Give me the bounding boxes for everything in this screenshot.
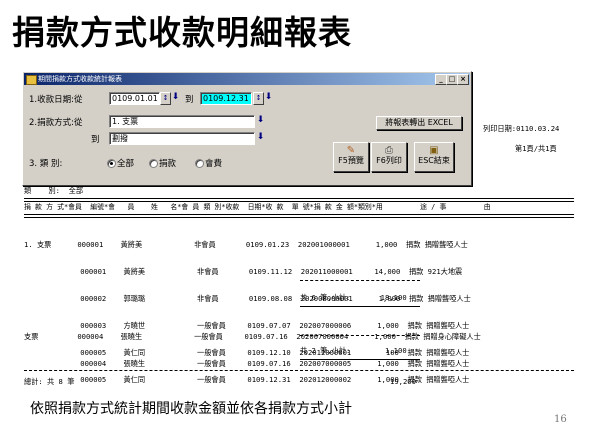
printer-icon: ⎙ — [385, 145, 393, 156]
subtotal-rule-2b — [300, 359, 420, 360]
group-rows-2: 支票 000004 張曉生 一般會員 0109.07.16 2020070000… — [24, 314, 481, 386]
date-to-spinner[interactable]: ↕ — [253, 92, 264, 105]
total-amount: 19,200 — [390, 377, 416, 386]
method-range-label: 2.捐款方式:從 — [29, 118, 83, 128]
date-to-field[interactable]: 0109.12.31 — [200, 92, 252, 105]
table-row: 支票 000004 張曉生 一般會員 0109.07.16 2020070000… — [24, 332, 481, 341]
table-row: 000001 黃將美 非會員 0109.11.12 202011000001 1… — [24, 267, 463, 276]
door-icon: ▣ — [429, 145, 439, 156]
subtotal-2: 共 2 筆,小計: 1,100 — [300, 346, 407, 355]
table-row: 000004 張曉生 一般會員 0109.07.16 202007000005 … — [24, 359, 470, 368]
method-from-field[interactable]: 1. 支票 — [109, 115, 255, 128]
subtotal-rule-1b — [300, 306, 420, 307]
page-info: 第1頁/共1頁 — [515, 144, 557, 153]
preview-button[interactable]: ✎ F5預覽 — [333, 142, 369, 172]
close-window-button[interactable]: × — [457, 74, 469, 85]
subtotal-1: 共 6 筆,小計: 18,100 — [300, 293, 407, 302]
radio-fee-label[interactable]: 會費 — [205, 157, 222, 169]
print-button-label: F6列印 — [376, 156, 402, 165]
date-from-field[interactable]: 0109.01.01 — [109, 92, 160, 105]
method-to-field[interactable]: 劃撥 — [109, 132, 255, 145]
print-date: 列印日期:0110.03.24 — [483, 124, 560, 133]
slide-subtitle: 依照捐款方式統計期間收款金額並依各捐款方式小計 — [30, 401, 352, 417]
radio-all-label[interactable]: 全部 — [117, 157, 134, 169]
date-from-spinner[interactable]: ↕ — [160, 92, 171, 105]
date-from-dropdown-icon[interactable]: ⬇ — [171, 92, 180, 103]
report-category: 類 別: 全部 — [24, 186, 84, 195]
export-excel-button[interactable]: 將報表轉出 EXCEL — [376, 116, 462, 130]
print-button[interactable]: ⎙ F6列印 — [371, 142, 407, 172]
radio-all[interactable] — [107, 159, 116, 168]
slide-title: 捐款方式收款明細報表 — [12, 13, 352, 52]
header-rule-top — [24, 198, 574, 202]
category-label: 3. 類 別: — [29, 159, 63, 169]
method-to-label: 到 — [91, 135, 100, 145]
radio-donation[interactable] — [149, 159, 158, 168]
header-rule-bottom — [24, 214, 574, 218]
date-range-label: 1.收款日期:從 — [29, 95, 83, 105]
dialog-title: 期間捐款方式收款統計報表 — [38, 75, 122, 83]
subtotal-rule-1 — [300, 280, 420, 281]
radio-donation-label[interactable]: 捐款 — [159, 157, 176, 169]
slide-page-number: 16 — [554, 414, 567, 425]
report-dialog: 期間捐款方式收款統計報表 _ □ × 1.收款日期:從 0109.01.01 ↕… — [22, 71, 472, 186]
preview-button-label: F5預覽 — [338, 156, 364, 165]
subtotal-rule-2 — [300, 335, 420, 336]
total-label: 總計: 共 8 筆 — [24, 377, 75, 386]
total-rule — [24, 370, 574, 371]
method-to-dropdown-icon[interactable]: ⬇ — [256, 132, 265, 143]
app-icon — [26, 75, 37, 85]
radio-fee[interactable] — [195, 159, 204, 168]
report-header: 捐 款 方 式*會員 編號*會 員 姓 名*會 員 類 別*收款 日期*收 款 … — [24, 203, 491, 211]
table-row: 1. 支票 000001 黃將美 非會員 0109.01.23 20200100… — [24, 240, 468, 249]
dialog-title-bar[interactable]: 期間捐款方式收款統計報表 — [24, 73, 470, 85]
date-to-label: 到 — [185, 95, 194, 105]
exit-button[interactable]: ▣ ESC結束 — [414, 142, 454, 172]
method-from-dropdown-icon[interactable]: ⬇ — [256, 115, 265, 126]
exit-button-label: ESC結束 — [418, 156, 450, 165]
date-to-dropdown-icon[interactable]: ⬇ — [264, 92, 273, 103]
preview-icon: ✎ — [346, 145, 356, 156]
